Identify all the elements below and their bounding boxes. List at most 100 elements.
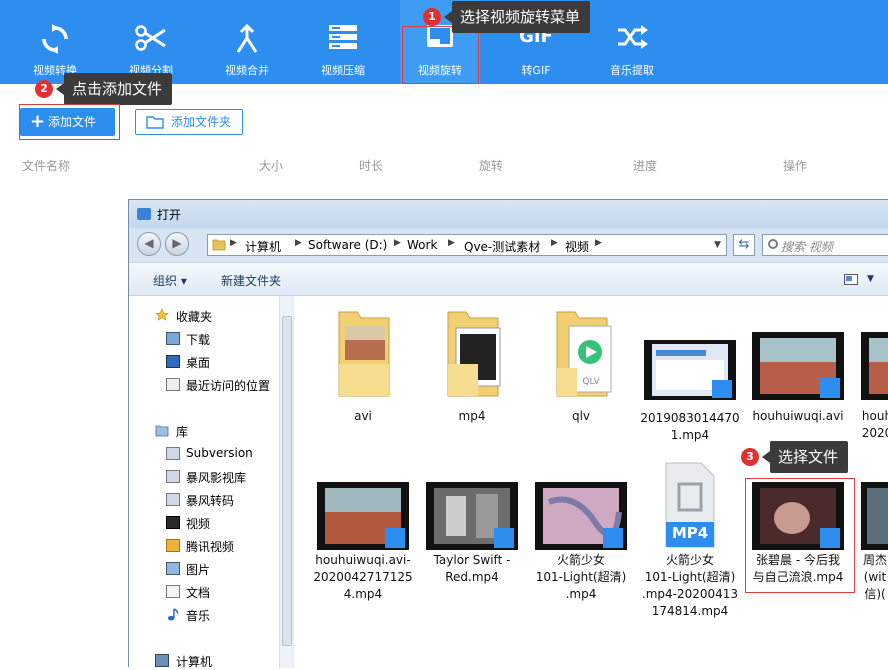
desktop-icon bbox=[166, 355, 180, 368]
pictures-icon bbox=[166, 562, 180, 575]
nav-favorites[interactable]: 收藏夹 bbox=[176, 308, 212, 325]
col-progress: 进度 bbox=[633, 159, 658, 173]
chevron-right-icon: ▶ bbox=[295, 238, 302, 248]
music-note-icon bbox=[167, 608, 179, 621]
file-item[interactable]: Taylor Swift - Red.mp4 bbox=[422, 476, 522, 616]
search-placeholder: 搜索 视频 bbox=[781, 240, 833, 254]
file-item[interactable]: mp4 bbox=[422, 304, 522, 424]
breadcrumb-item[interactable]: Work bbox=[407, 238, 437, 252]
convert-icon bbox=[42, 24, 68, 54]
new-folder-button[interactable]: 新建文件夹 bbox=[221, 272, 281, 289]
file-name: 101-Light(超清) bbox=[535, 570, 627, 584]
file-item[interactable]: houhuiwuqi.avi- 2020042717125 4.mp4 bbox=[313, 476, 413, 616]
file-item[interactable]: 2019083014470 1.mp4 bbox=[640, 304, 740, 442]
callout-step-2: 点击添加文件 bbox=[55, 73, 173, 105]
compress-icon bbox=[329, 25, 357, 49]
nav-lib-item[interactable]: 音乐 bbox=[186, 607, 210, 624]
nav-lib-item[interactable]: Subversion bbox=[186, 446, 253, 460]
callout-step-1: 选择视频旋转菜单 bbox=[443, 1, 591, 33]
nav-lib-item[interactable]: 腾讯视频 bbox=[186, 538, 234, 555]
nav-desktop[interactable]: 桌面 bbox=[186, 354, 210, 371]
col-size: 大小 bbox=[259, 159, 284, 173]
video-library-icon bbox=[166, 516, 180, 529]
breadcrumb-item[interactable]: Software (D:) bbox=[308, 238, 387, 252]
file-item[interactable]: 火箭少女 101-Light(超清) .mp4 bbox=[531, 476, 631, 616]
breadcrumb-item[interactable]: 计算机 bbox=[245, 238, 281, 255]
organize-menu[interactable]: 组织 ▾ bbox=[153, 272, 187, 289]
nav-lib-item[interactable]: 图片 bbox=[186, 561, 210, 578]
nav-lib-item[interactable]: 暴风转码 bbox=[186, 492, 234, 509]
file-name: 1.mp4 bbox=[670, 428, 710, 442]
back-button[interactable]: ◀ bbox=[137, 232, 161, 256]
file-name: 周杰 bbox=[862, 553, 887, 567]
file-item[interactable]: houh 2020 bbox=[857, 304, 888, 444]
col-filename: 文件名称 bbox=[22, 159, 71, 173]
library-folder-icon bbox=[166, 493, 180, 506]
nav-downloads[interactable]: 下载 bbox=[186, 331, 210, 348]
dialog-title: 打开 bbox=[157, 208, 182, 222]
back-arrow-icon: ◀ bbox=[144, 236, 154, 250]
file-name: 2019083014470 bbox=[640, 411, 740, 425]
tool-music-extract[interactable]: 音乐提取 bbox=[592, 0, 672, 84]
folder-icon bbox=[212, 239, 226, 251]
file-name: mp4 bbox=[458, 409, 486, 423]
search-icon bbox=[768, 239, 778, 249]
folder-qlv-icon: QLV bbox=[556, 311, 612, 397]
highlight-rotate bbox=[402, 26, 479, 84]
file-name: (wit bbox=[863, 570, 887, 584]
search-input[interactable]: 搜索 视频 bbox=[762, 234, 888, 256]
shuffle-icon bbox=[618, 25, 648, 49]
tool-label: 转GIF bbox=[521, 64, 551, 77]
nav-computer[interactable]: 计算机 bbox=[176, 653, 212, 670]
tool-video-merge[interactable]: 视频合并 bbox=[207, 0, 287, 84]
file-name: Red.mp4 bbox=[445, 570, 499, 584]
file-name: 火箭少女 bbox=[665, 553, 714, 567]
refresh-button[interactable]: ⇆ bbox=[733, 234, 755, 256]
breadcrumb-item[interactable]: Qve-测试素材 bbox=[464, 238, 540, 255]
chevron-right-icon: ▶ bbox=[394, 238, 401, 248]
tool-label: 视频压缩 bbox=[321, 64, 365, 77]
breadcrumb-item[interactable]: 视频 bbox=[565, 238, 589, 255]
file-name: houhuiwuqi.avi- bbox=[315, 553, 411, 567]
nav-library[interactable]: 库 bbox=[176, 423, 188, 440]
forward-arrow-icon: ▶ bbox=[172, 236, 182, 250]
tool-video-convert[interactable]: 视频转换 bbox=[15, 0, 95, 84]
chevron-right-icon: ▶ bbox=[448, 238, 455, 248]
file-item[interactable]: houhuiwuqi.avi bbox=[748, 304, 848, 424]
tool-video-compress[interactable]: 视频压缩 bbox=[303, 0, 383, 84]
library-folder-icon bbox=[166, 470, 180, 483]
open-file-dialog: 打开 ◀ ▶ ▶ 计算机 ▶ Software (D:) ▶ Work ▶ Qv… bbox=[128, 199, 888, 670]
chevron-right-icon: ▶ bbox=[230, 238, 237, 248]
file-name: 2020042717125 bbox=[313, 570, 413, 584]
tool-video-split[interactable]: 视频分割 bbox=[111, 0, 191, 84]
file-name: 信)( bbox=[864, 587, 886, 601]
app-icon bbox=[137, 208, 151, 220]
add-folder-label: 添加文件夹 bbox=[171, 115, 232, 129]
view-icon[interactable] bbox=[844, 274, 858, 285]
file-name: 101-Light(超清) bbox=[644, 570, 736, 584]
callout-step-3: 选择文件 bbox=[761, 441, 849, 473]
address-bar[interactable]: ▶ 计算机 ▶ Software (D:) ▶ Work ▶ Qve-测试素材 … bbox=[207, 234, 727, 256]
nav-lib-item[interactable]: 文档 bbox=[186, 584, 210, 601]
nav-recent[interactable]: 最近访问的位置 bbox=[186, 377, 270, 394]
file-name: qlv bbox=[571, 409, 591, 423]
dialog-titlebar[interactable]: 打开 bbox=[129, 200, 888, 228]
scroll-thumb[interactable] bbox=[282, 316, 292, 646]
file-item[interactable]: QLV qlv bbox=[531, 304, 631, 424]
nav-lib-item[interactable]: 视频 bbox=[186, 515, 210, 532]
file-item[interactable]: 周杰 (wit 信)( bbox=[857, 476, 888, 616]
video-thumbnail-icon bbox=[752, 332, 844, 400]
forward-button[interactable]: ▶ bbox=[165, 232, 189, 256]
file-item[interactable]: MP4 火箭少女 101-Light(超清) .mp4-20200413 174… bbox=[640, 462, 740, 622]
file-item[interactable]: avi bbox=[313, 304, 413, 424]
dropdown-arrow-icon[interactable]: ▼ bbox=[714, 240, 721, 250]
add-folder-button[interactable]: 添加文件夹 bbox=[135, 109, 243, 135]
nav-scrollbar[interactable] bbox=[279, 296, 293, 668]
view-dropdown-icon[interactable]: ▼ bbox=[867, 274, 874, 284]
file-name: 174814.mp4 bbox=[651, 604, 729, 618]
col-duration: 时长 bbox=[359, 159, 384, 173]
address-row: ◀ ▶ ▶ 计算机 ▶ Software (D:) ▶ Work ▶ Qve-测… bbox=[129, 228, 888, 262]
nav-lib-item[interactable]: 暴风影视库 bbox=[186, 469, 246, 486]
mp4-badge: MP4 bbox=[671, 524, 709, 542]
star-icon bbox=[155, 308, 169, 321]
